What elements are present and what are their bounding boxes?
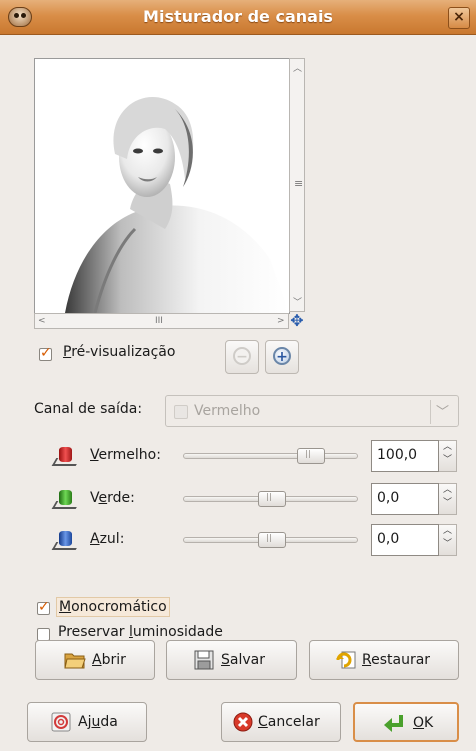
channel-color-icon — [174, 405, 188, 419]
green-value-spinner[interactable]: 0,0 ︿ ﹀ — [371, 483, 457, 515]
cancel-label: Cancelar — [258, 714, 320, 730]
help-button[interactable]: Ajuda — [27, 702, 147, 742]
ok-return-icon — [384, 715, 403, 732]
green-slider-handle[interactable] — [258, 491, 286, 507]
preview-label[interactable]: Pré-visualização — [63, 344, 175, 360]
help-icon — [51, 712, 71, 732]
portrait-image — [35, 59, 289, 313]
preserve-luminosity-label[interactable]: Preservar luminosidade — [58, 624, 223, 640]
reset-label: Restaurar — [362, 652, 431, 668]
blue-value-spinner[interactable]: 0,0 ︿ ﹀ — [371, 524, 457, 556]
save-label: Salvar — [221, 652, 265, 668]
red-value-spinner[interactable]: 100,0 ︿ ﹀ — [371, 440, 457, 472]
green-channel-label: Verde: — [90, 490, 135, 506]
save-button[interactable]: Salvar — [166, 640, 297, 680]
close-icon: × — [453, 9, 465, 25]
combo-divider — [430, 400, 431, 424]
title-bar: Misturador de canais × — [0, 0, 476, 35]
chevron-down-icon: ﹀ — [436, 405, 450, 420]
navigate-move-icon[interactable]: ✥ — [289, 313, 305, 329]
blue-spin-buttons[interactable]: ︿ ﹀ — [439, 524, 457, 556]
reset-button[interactable]: Restaurar — [309, 640, 459, 680]
zoom-out-icon: − — [233, 347, 251, 365]
blue-channel-label: Azul: — [90, 531, 125, 547]
folder-open-icon — [64, 653, 86, 669]
floppy-save-icon — [194, 650, 214, 670]
red-spin-buttons[interactable]: ︿ ﹀ — [439, 440, 457, 472]
cancel-icon — [233, 712, 253, 732]
scroll-up-icon[interactable]: ︿ — [293, 61, 302, 74]
ok-button[interactable]: OK — [353, 702, 459, 742]
output-channel-value: Vermelho — [194, 403, 261, 419]
green-value-input[interactable]: 0,0 — [371, 483, 439, 515]
red-value-input[interactable]: 100,0 — [371, 440, 439, 472]
green-spin-buttons[interactable]: ︿ ﹀ — [439, 483, 457, 515]
output-channel-label: Canal de saída: — [34, 401, 143, 417]
blue-channel-icon — [51, 528, 81, 550]
ok-label: OK — [413, 715, 434, 731]
close-button[interactable]: × — [448, 7, 470, 29]
scroll-right-icon[interactable]: > — [277, 316, 285, 326]
preview-checkbox[interactable] — [39, 345, 52, 361]
red-channel-label: Vermelho: — [90, 447, 161, 463]
blue-slider-handle[interactable] — [258, 532, 286, 548]
output-channel-select[interactable]: Vermelho ﹀ — [165, 395, 459, 427]
scroll-grip-icon[interactable]: III — [155, 316, 163, 326]
zoom-in-button[interactable]: + — [265, 340, 299, 374]
monochrome-label[interactable]: Monocromático — [56, 597, 170, 617]
red-slider-handle[interactable] — [297, 448, 325, 464]
zoom-in-icon: + — [273, 347, 291, 365]
preview-horizontal-scrollbar[interactable]: < III > — [34, 313, 289, 329]
revert-icon — [336, 651, 356, 669]
cancel-button[interactable]: Cancelar — [221, 702, 341, 742]
help-label: Ajuda — [78, 714, 118, 730]
open-label: Abrir — [92, 652, 126, 668]
green-channel-icon — [51, 487, 81, 509]
scroll-down-icon[interactable]: ﹀ — [293, 295, 302, 308]
blue-value-input[interactable]: 0,0 — [371, 524, 439, 556]
window-title: Misturador de canais — [143, 7, 333, 26]
open-button[interactable]: Abrir — [35, 640, 155, 680]
zoom-out-button[interactable]: − — [225, 340, 259, 374]
red-channel-icon — [51, 444, 81, 466]
scroll-grip-icon[interactable]: ≡ — [294, 177, 303, 190]
preview-image[interactable] — [34, 58, 290, 314]
scroll-left-icon[interactable]: < — [38, 316, 46, 326]
red-slider[interactable] — [183, 453, 358, 459]
monochrome-checkbox[interactable] — [37, 599, 50, 615]
preview-vertical-scrollbar[interactable]: ︿ ≡ ﹀ — [289, 58, 305, 312]
